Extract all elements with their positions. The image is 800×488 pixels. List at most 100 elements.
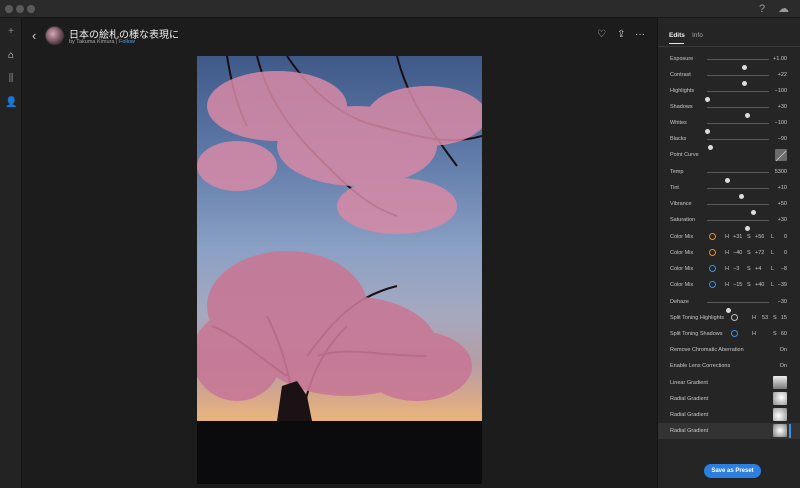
photo-canvas[interactable] (197, 56, 482, 484)
slider-track[interactable] (704, 123, 769, 134)
split-toning-shadows-row[interactable]: Split Toning Shadows H S 60 (658, 326, 800, 342)
linear-gradient-icon[interactable] (773, 376, 787, 389)
people-icon[interactable]: 👤 (5, 97, 17, 109)
slider-track[interactable] (707, 220, 769, 231)
mask-label: Radial Gradient (670, 396, 709, 402)
remove-chromatic-aberration-row[interactable]: Remove Chromatic Aberration On (658, 342, 800, 358)
hue-letter: H (725, 266, 729, 272)
slider-track[interactable] (707, 139, 769, 150)
add-icon[interactable]: + (5, 26, 17, 38)
slider-label: Whites (670, 120, 687, 126)
mask-row-radial-gradient-selected[interactable]: Radial Gradient (658, 423, 800, 439)
sat-value: 15 (780, 315, 787, 321)
mask-label: Linear Gradient (670, 380, 708, 386)
slider-label: Saturation (670, 217, 696, 223)
mask-row-radial-gradient[interactable]: Radial Gradient (658, 391, 800, 407)
point-curve-row[interactable]: Point Curve (658, 147, 800, 163)
color-swatch-icon[interactable] (709, 233, 716, 240)
sat-letter: S (747, 266, 751, 272)
slider-label: Vibrance (670, 201, 692, 207)
toggle-value[interactable]: On (780, 347, 787, 353)
share-icon[interactable]: ⇪ (617, 30, 625, 40)
back-chevron-icon[interactable]: ‹ (32, 28, 36, 43)
mask-row-radial-gradient[interactable]: Radial Gradient (658, 407, 800, 423)
more-icon[interactable]: ··· (635, 30, 645, 40)
enable-lens-corrections-row[interactable]: Enable Lens Corrections On (658, 358, 800, 374)
slider-row-vibrance: Vibrance +50 (658, 196, 800, 215)
lum-value: −8 (780, 266, 787, 272)
mask-label: Radial Gradient (670, 412, 709, 418)
active-tab-indicator (669, 43, 684, 44)
lum-letter: L (771, 250, 775, 256)
radial-gradient-icon[interactable] (773, 408, 787, 421)
slider-value: 5300 (774, 169, 787, 175)
slider-track[interactable] (707, 204, 769, 215)
slider-value: −100 (774, 88, 787, 94)
slider-track[interactable] (707, 107, 769, 118)
save-as-preset-button[interactable]: Save as Preset (704, 464, 761, 478)
avatar[interactable] (45, 26, 64, 45)
title-bar: ? ☁ (0, 0, 800, 18)
radial-gradient-icon[interactable] (773, 424, 787, 437)
slider-row-saturation: Saturation +30 (658, 212, 800, 231)
mask-row-linear-gradient[interactable]: Linear Gradient (658, 375, 800, 391)
slider-value: +1.00 (773, 56, 787, 62)
minimize-window-button[interactable] (16, 5, 24, 13)
close-window-button[interactable] (5, 5, 13, 13)
slider-value: −90 (777, 136, 787, 142)
slider-row-contrast: Contrast +22 (658, 67, 800, 86)
sat-letter: S (747, 250, 751, 256)
lum-value: 0 (783, 250, 787, 256)
hue-letter: H (725, 282, 729, 288)
heart-icon[interactable]: ♡ (597, 30, 606, 40)
slider-track[interactable] (707, 59, 769, 70)
radial-gradient-icon[interactable] (773, 392, 787, 405)
color-mix-row[interactable]: Color Mix H −15 S +40 L −39 (658, 277, 800, 293)
color-swatch-icon[interactable] (709, 265, 716, 272)
lum-value: 0 (783, 234, 787, 240)
split-toning-highlights-row[interactable]: Split Toning Highlights H 53 S 15 (658, 310, 800, 326)
color-mix-row[interactable]: Color Mix H −40 S +72 L 0 (658, 245, 800, 261)
color-swatch-icon[interactable] (709, 281, 716, 288)
color-swatch-icon[interactable] (731, 330, 738, 337)
hue-value: 53 (762, 315, 769, 321)
library-icon[interactable]: ⫼ (5, 73, 17, 85)
sat-letter: S (747, 234, 751, 240)
home-icon[interactable]: ⌂ (5, 50, 17, 62)
slider-track[interactable] (707, 188, 769, 199)
slider-track[interactable] (707, 75, 769, 86)
main-view: ‹ 日本の絵札の様な表現に by Takuma Kimura | Follow … (22, 18, 657, 488)
cloud-icon[interactable]: ☁ (778, 3, 789, 15)
tab-info[interactable]: Info (692, 32, 703, 39)
follow-link[interactable]: Follow (119, 39, 135, 45)
color-swatch-icon[interactable] (709, 249, 716, 256)
slider-label: Temp (670, 169, 684, 175)
sat-value: +4 (755, 266, 762, 272)
curve-icon[interactable] (775, 149, 787, 162)
lum-letter: L (771, 282, 775, 288)
slider-track[interactable] (707, 172, 769, 183)
toggle-label: Remove Chromatic Aberration (670, 347, 744, 353)
slider-track[interactable] (704, 91, 769, 102)
slider-value: +10 (777, 185, 787, 191)
panel-divider (658, 46, 800, 47)
hue-letter: H (725, 234, 729, 240)
color-mix-row[interactable]: Color Mix H +31 S +56 L 0 (658, 229, 800, 245)
hue-letter: H (725, 250, 729, 256)
slider-label: Highlights (670, 88, 695, 94)
slider-row-dehaze: Dehaze −30 (658, 294, 800, 313)
cherry-blossom-photo (197, 56, 482, 484)
slider-label: Dehaze (670, 299, 689, 305)
slider-track[interactable] (707, 302, 769, 313)
sat-value: +56 (755, 234, 765, 240)
hue-value: +31 (733, 234, 743, 240)
zoom-window-button[interactable] (27, 5, 35, 13)
slider-row-shadows: Shadows +30 (658, 99, 800, 118)
toggle-value[interactable]: On (780, 363, 787, 369)
author-name[interactable]: by Takuma Kimura (69, 39, 114, 45)
split-toning-label: Split Toning Shadows (670, 331, 723, 337)
color-mix-row[interactable]: Color Mix H −3 S +4 L −8 (658, 261, 800, 277)
help-icon[interactable]: ? (759, 3, 765, 15)
color-swatch-icon[interactable] (731, 314, 738, 321)
tab-edits[interactable]: Edits (669, 32, 685, 39)
